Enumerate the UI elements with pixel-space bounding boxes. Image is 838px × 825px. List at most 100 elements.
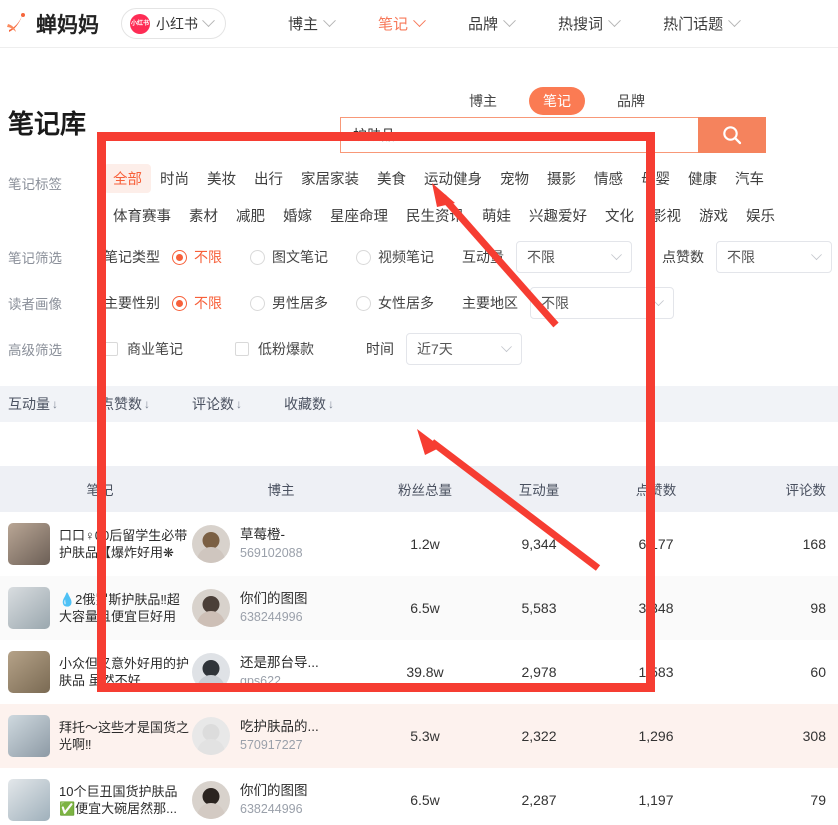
tab-bozhu[interactable]: 博主 (455, 87, 511, 115)
tag-minsheng[interactable]: 民生资讯 (397, 201, 473, 230)
blogger-name: 还是那台导... (240, 654, 319, 670)
sort-arrow-down-icon: ↓ (52, 397, 58, 411)
sort-label: 互动量 (8, 396, 50, 412)
tag-sheying[interactable]: 摄影 (538, 164, 585, 193)
search-button[interactable] (698, 117, 766, 153)
likes-select[interactable]: 不限 (716, 241, 832, 273)
table-row[interactable]: 💧2俄罗斯护肤品‼超大容量且便宜巨好用 你们的图图 638244996 6.5w… (0, 576, 838, 640)
tag-yule[interactable]: 娱乐 (737, 201, 784, 230)
cell-note[interactable]: 拜托～这些才是国货之光啊‼ (0, 715, 192, 757)
cell-blogger[interactable]: 草莓橙- 569102088 (192, 525, 370, 563)
tag-shishang[interactable]: 时尚 (151, 164, 198, 193)
tag-jiaju[interactable]: 家居家装 (292, 164, 368, 193)
table-row[interactable]: 拜托～这些才是国货之光啊‼ 吃护肤品的... 570917227 5.3w 2,… (0, 704, 838, 768)
tag-youxi[interactable]: 游戏 (690, 201, 737, 230)
nav-item-bozhu[interactable]: 博主 (288, 13, 336, 34)
cell-blogger[interactable]: 吃护肤品的... 570917227 (192, 717, 370, 755)
cell-blogger[interactable]: 你们的图图 638244996 (192, 781, 370, 819)
note-thumbnail (8, 779, 50, 821)
radio-note-type-shipin[interactable]: 视频笔记 (356, 247, 434, 267)
radio-gender-buxian[interactable]: 不限 (172, 293, 222, 313)
brand-logo[interactable]: 蝉妈妈 (6, 9, 99, 39)
cell-note[interactable]: 口口♀00后留学生必带护肤品【爆炸好用❋ (0, 523, 192, 565)
tag-meishi[interactable]: 美食 (368, 164, 415, 193)
nav-label: 热门话题 (663, 16, 724, 33)
nav-item-pinpai[interactable]: 品牌 (468, 13, 516, 34)
radio-gender-male[interactable]: 男性居多 (250, 293, 328, 313)
interaction-select[interactable]: 不限 (516, 241, 632, 273)
table-row[interactable]: 10个巨丑国货护肤品✅便宜大碗居然那... 你们的图图 638244996 6.… (0, 768, 838, 825)
checkbox-shangye-biji[interactable]: 商业笔记 (104, 339, 183, 359)
sort-hudongliang[interactable]: 互动量 ↓ (8, 394, 58, 414)
time-select[interactable]: 近7天 (406, 333, 522, 365)
tag-yingshi[interactable]: 影视 (643, 201, 690, 230)
nav-item-biji[interactable]: 笔记 (378, 13, 426, 34)
radio-gender-female[interactable]: 女性居多 (356, 293, 434, 313)
chevron-down-icon (728, 14, 741, 28)
sort-pinglunshu[interactable]: 评论数 ↓ (192, 394, 242, 414)
blogger-name: 你们的图图 (240, 782, 308, 798)
cell-comments: 168 (802, 536, 826, 552)
radio-note-type-buxian[interactable]: 不限 (172, 247, 222, 267)
blogger-name: 吃护肤品的... (240, 718, 319, 734)
main-menu: 博主 笔记 品牌 热搜词 热门话题 (288, 13, 741, 34)
tag-xingquaihao[interactable]: 兴趣爱好 (520, 201, 596, 230)
nav-item-remenhuati[interactable]: 热门话题 (663, 13, 741, 34)
platform-selector[interactable]: 小红书 小红书 (121, 8, 226, 39)
likes-value: 不限 (727, 249, 755, 265)
tag-yundong[interactable]: 运动健身 (415, 164, 491, 193)
radio-note-type-tuwen[interactable]: 图文笔记 (250, 247, 328, 267)
blogger-id: gps622 (240, 674, 282, 689)
tag-qinggan[interactable]: 情感 (585, 164, 632, 193)
region-select[interactable]: 不限 (530, 287, 674, 319)
cell-blogger[interactable]: 你们的图图 638244996 (192, 589, 370, 627)
blogger-id: 638244996 (240, 802, 303, 817)
xiaohongshu-icon: 小红书 (130, 13, 150, 34)
nav-item-resouci[interactable]: 热搜词 (558, 13, 621, 34)
cell-interaction: 5,583 (521, 600, 557, 616)
tag-quanbu[interactable]: 全部 (104, 164, 151, 193)
tag-muying[interactable]: 母婴 (632, 164, 679, 193)
search-bar (340, 117, 766, 153)
tag-sucai[interactable]: 素材 (180, 201, 227, 230)
note-title: 小众但又意外好用的护肤品 虽然不好... (59, 655, 190, 688)
tag-meizhuang[interactable]: 美妆 (198, 164, 245, 193)
tag-xingzuo[interactable]: 星座命理 (321, 201, 397, 230)
cell-blogger[interactable]: 还是那台导... gps622 (192, 653, 370, 691)
checkbox-icon (104, 342, 118, 356)
time-value: 近7天 (417, 341, 453, 357)
sort-shoucangshu[interactable]: 收藏数 ↓ (284, 394, 334, 414)
radio-label: 女性居多 (378, 295, 434, 311)
cell-note[interactable]: 💧2俄罗斯护肤品‼超大容量且便宜巨好用 (0, 587, 192, 629)
sort-label: 收藏数 (284, 396, 326, 412)
tag-jianfei[interactable]: 减肥 (227, 201, 274, 230)
tag-mengwa[interactable]: 萌娃 (473, 201, 520, 230)
tag-jiankang[interactable]: 健康 (679, 164, 726, 193)
col-header-comments: 评论数 (785, 483, 827, 498)
tag-hunjia[interactable]: 婚嫁 (274, 201, 321, 230)
cell-comments: 60 (810, 664, 826, 680)
checkbox-difen-baokuan[interactable]: 低粉爆款 (235, 339, 314, 359)
nav-label: 热搜词 (558, 16, 604, 33)
tab-biji[interactable]: 笔记 (529, 87, 585, 115)
search-input[interactable] (340, 117, 698, 153)
tab-pinpai[interactable]: 品牌 (603, 87, 659, 115)
cell-likes: 6,177 (638, 536, 674, 552)
sort-dianzanshu[interactable]: 点赞数 ↓ (100, 394, 150, 414)
note-type-label: 笔记类型 (104, 249, 160, 265)
tag-wenhua[interactable]: 文化 (596, 201, 643, 230)
tag-tiyusaishi[interactable]: 体育赛事 (104, 201, 180, 230)
tag-chuxing[interactable]: 出行 (245, 164, 292, 193)
note-thumbnail (8, 523, 50, 565)
col-header-fans: 粉丝总量 (398, 483, 452, 498)
cell-note[interactable]: 10个巨丑国货护肤品✅便宜大碗居然那... (0, 779, 192, 821)
table-row[interactable]: 口口♀00后留学生必带护肤品【爆炸好用❋ 草莓橙- 569102088 1.2w… (0, 512, 838, 576)
table-row[interactable]: 小众但又意外好用的护肤品 虽然不好... 还是那台导... gps622 39.… (0, 640, 838, 704)
tag-chongwu[interactable]: 宠物 (491, 164, 538, 193)
sort-label: 评论数 (192, 396, 234, 412)
cell-likes: 1,197 (638, 792, 674, 808)
tag-qiche[interactable]: 汽车 (726, 164, 773, 193)
cell-note[interactable]: 小众但又意外好用的护肤品 虽然不好... (0, 651, 192, 693)
nav-label: 品牌 (468, 16, 499, 33)
cell-fans: 39.8w (406, 664, 444, 680)
